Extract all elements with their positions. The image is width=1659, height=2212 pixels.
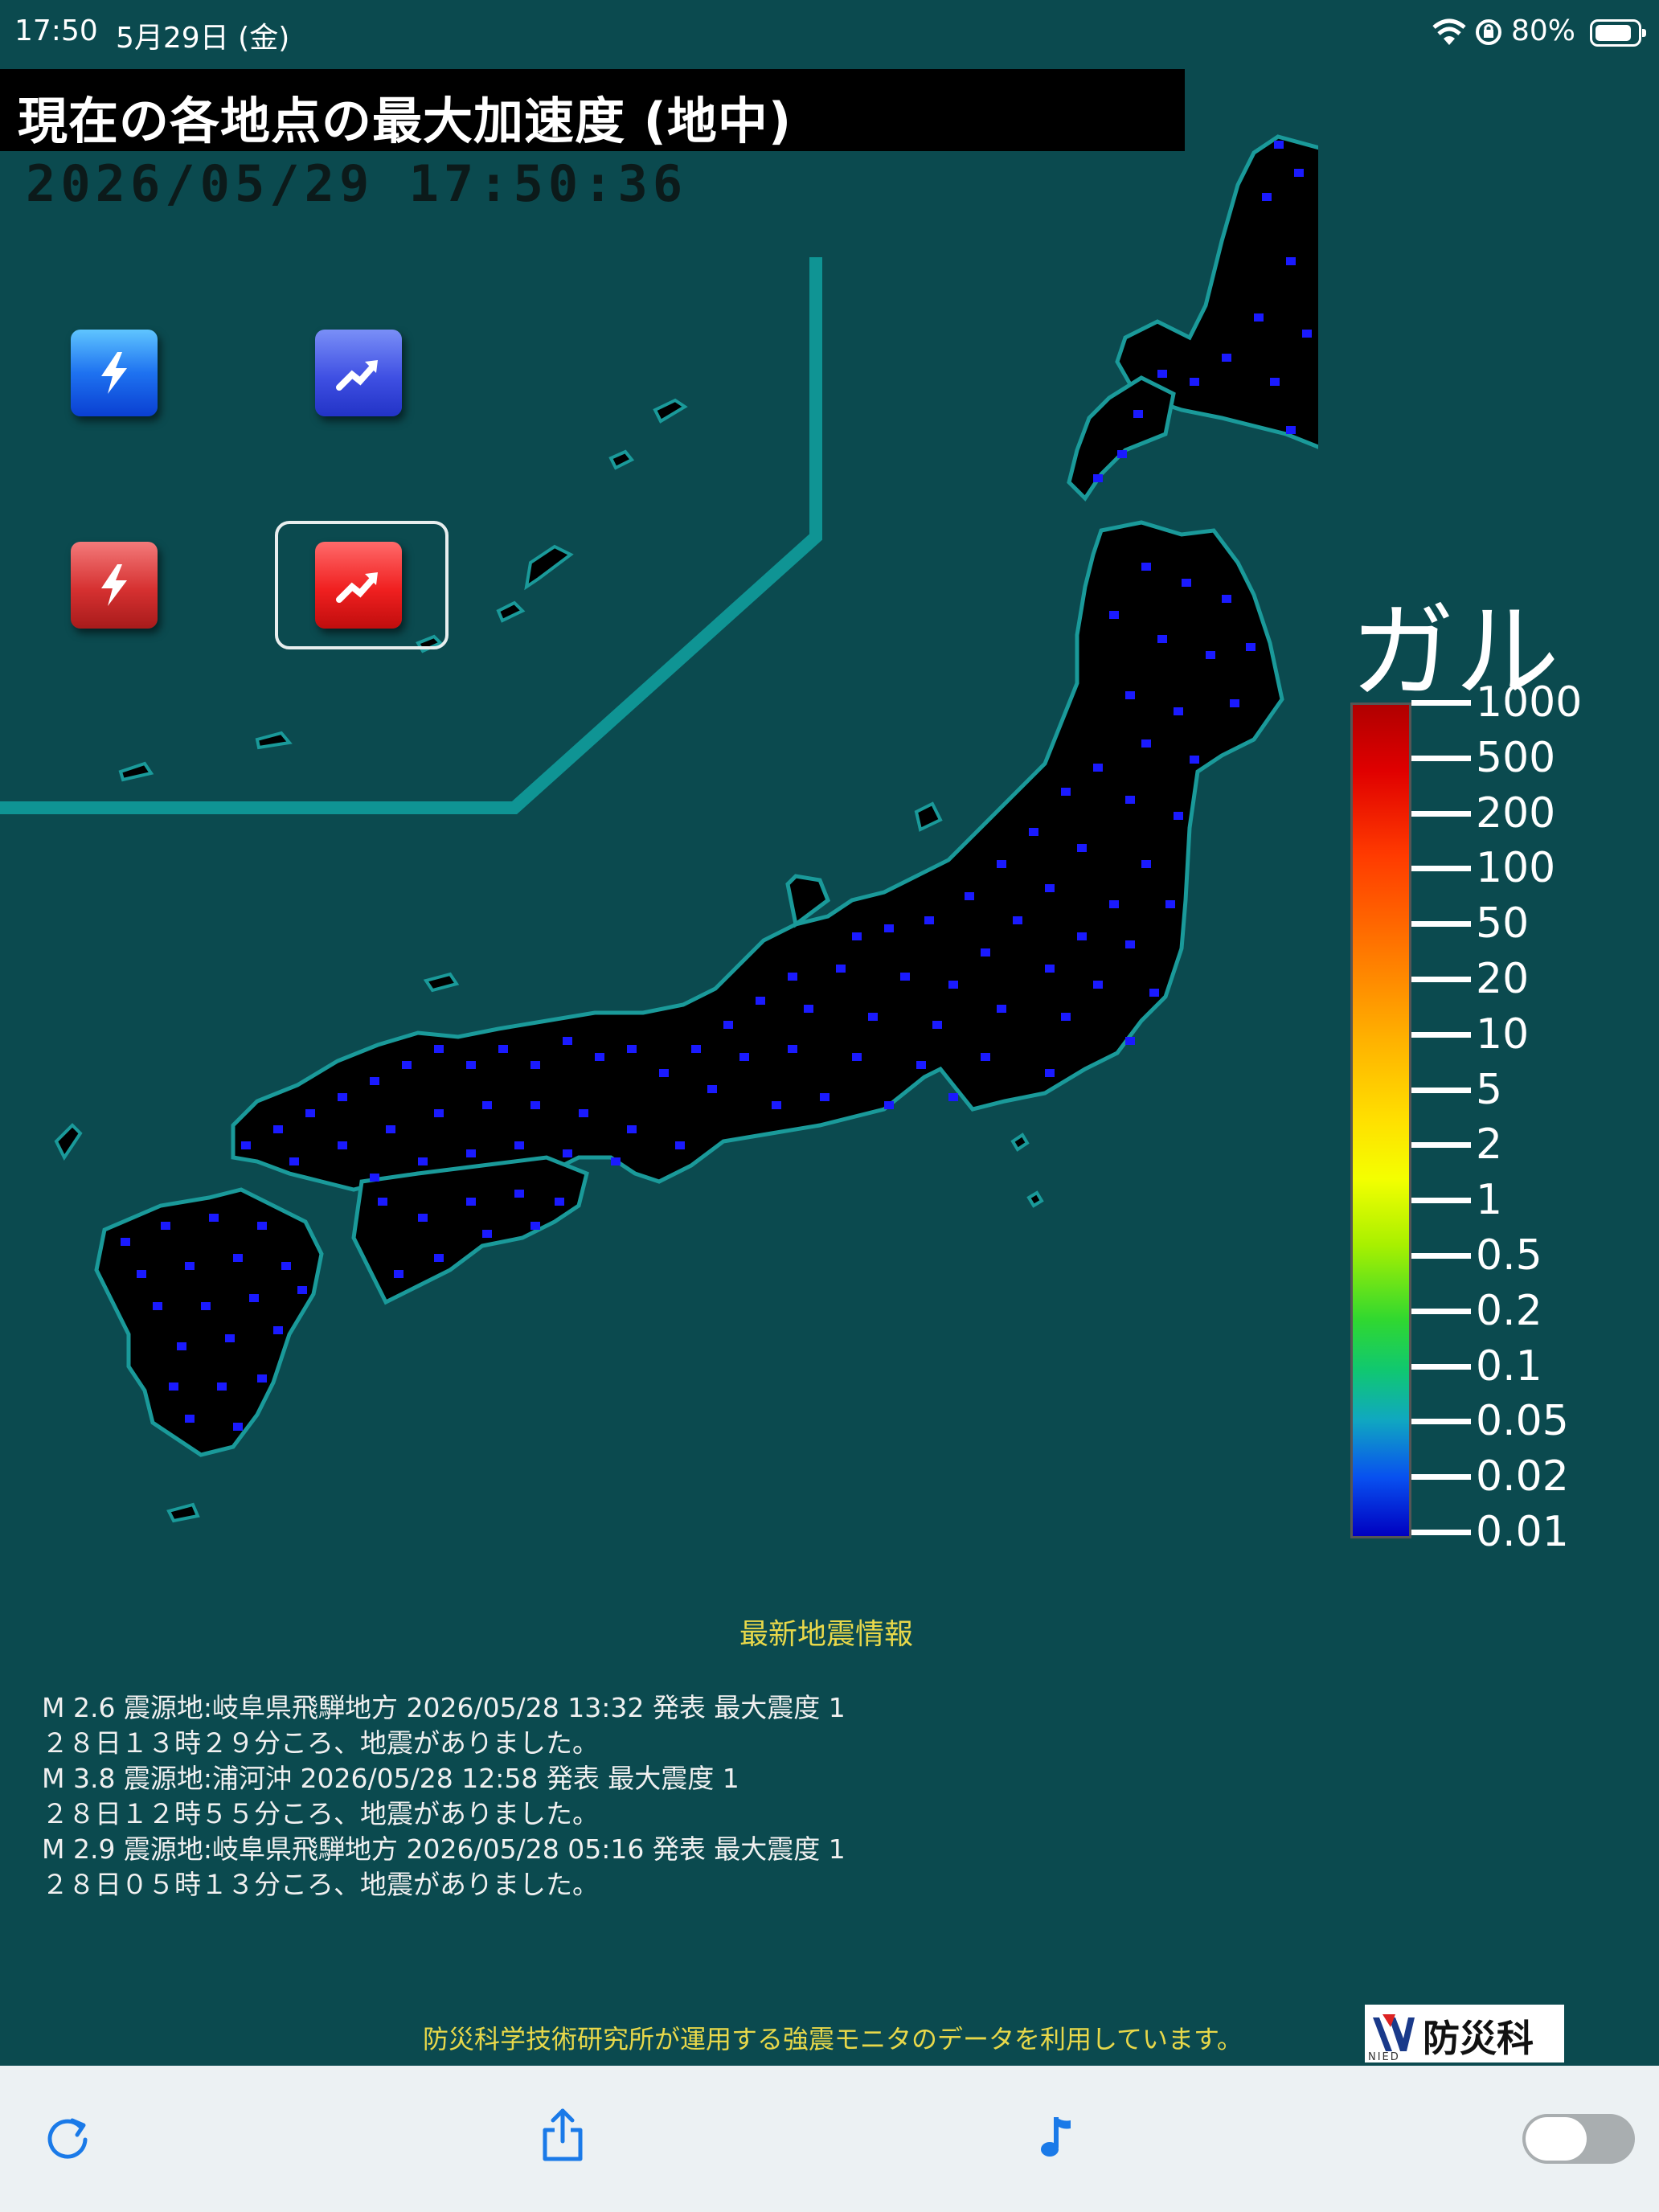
scale-tick [1411, 700, 1471, 706]
status-bar: 17:50 5月29日 (金) 80% [0, 0, 1659, 64]
scale-tick-label: 0.01 [1476, 1508, 1569, 1556]
scale-tick-label: 500 [1476, 733, 1556, 782]
news-line: ２８日１３時２９分ころ、地震がありました。 [42, 1727, 599, 1759]
share-icon[interactable] [537, 2106, 588, 2167]
scale-tick [1411, 1363, 1471, 1370]
scale-tick [1411, 755, 1471, 761]
scale-tick [1411, 977, 1471, 982]
battery-percent: 80% [1511, 14, 1576, 47]
lightning-icon [101, 564, 127, 606]
scale-tick [1411, 1087, 1471, 1093]
scale-tick-label: 50 [1476, 899, 1530, 948]
scale-tick-label: 2 [1476, 1120, 1503, 1169]
scale-tick-label: 0.02 [1476, 1452, 1569, 1501]
scale-tick [1411, 1530, 1471, 1535]
status-date: 5月29日 (金) [116, 22, 290, 55]
battery-icon [1590, 19, 1646, 47]
scale-tick-label: 200 [1476, 789, 1556, 838]
scale-tick [1411, 1142, 1471, 1149]
news-title: 最新地震情報 [739, 1618, 914, 1651]
orientation-lock-icon [1474, 18, 1503, 50]
toggle-knob [1526, 2117, 1587, 2161]
scale-tick-label: 0.2 [1476, 1286, 1542, 1335]
scale-tick-label: 5 [1476, 1065, 1503, 1114]
scale-tick [1411, 810, 1471, 817]
color-scale-bar [1350, 703, 1411, 1538]
trend-up-icon [336, 572, 378, 603]
scale-tick-label: 0.5 [1476, 1231, 1542, 1280]
bottom-toolbar [0, 2066, 1659, 2212]
nied-logo-mark [1373, 2014, 1415, 2051]
nied-logo-small: NIED [1368, 2051, 1400, 2063]
kyushu [94, 1187, 324, 1457]
nied-logo: 防災科研 NIED [1365, 2005, 1564, 2113]
wifi-icon [1432, 18, 1466, 50]
music-note-icon[interactable] [1038, 2111, 1079, 2165]
scale-tick [1411, 921, 1471, 928]
realtime-blue-button[interactable] [71, 330, 158, 416]
scale-tick [1411, 1253, 1471, 1259]
news-line: ２８日０５時１３分ころ、地震がありました。 [42, 1869, 599, 1900]
max-red-button[interactable] [315, 542, 402, 629]
news-line: M 3.8 震源地:浦河沖 2026/05/28 12:58 発表 最大震度 1 [42, 1763, 739, 1794]
scale-tick-label: 100 [1476, 844, 1556, 893]
status-time: 17:50 [14, 14, 98, 47]
scale-tick-label: 0.1 [1476, 1342, 1542, 1391]
japan-map [0, 134, 1318, 1523]
realtime-red-button[interactable] [71, 542, 158, 629]
lightning-icon [101, 352, 127, 394]
scale-tick-label: 10 [1476, 1010, 1530, 1059]
data-credit: 防災科学技術研究所が運用する強震モニタのデータを利用しています。 [423, 2024, 1243, 2054]
shikoku [351, 1155, 589, 1305]
trend-up-icon [336, 360, 378, 391]
refresh-icon[interactable] [42, 2111, 93, 2165]
scale-tick-label: 20 [1476, 955, 1530, 1003]
oshima-peninsula [1067, 375, 1176, 502]
scale-tick [1411, 1419, 1471, 1425]
news-line: M 2.9 震源地:岐阜県飛騨地方 2026/05/28 05:16 発表 最大… [42, 1833, 846, 1865]
scale-tick [1411, 1198, 1471, 1204]
scale-tick [1411, 1308, 1471, 1314]
news-line: ２８日１２時５５分ころ、地震がありました。 [42, 1798, 599, 1829]
news-line: M 2.6 震源地:岐阜県飛騨地方 2026/05/28 13:32 発表 最大… [42, 1692, 846, 1723]
scale-tick [1411, 1031, 1471, 1038]
scale-tick [1411, 1474, 1471, 1481]
max-blue-button[interactable] [315, 330, 402, 416]
scale-tick-label: 1 [1476, 1176, 1503, 1225]
sound-toggle[interactable] [1522, 2114, 1635, 2164]
scale-tick-label: 0.05 [1476, 1397, 1569, 1446]
scale-tick [1411, 866, 1471, 872]
scale-tick-label: 1000 [1476, 678, 1583, 727]
